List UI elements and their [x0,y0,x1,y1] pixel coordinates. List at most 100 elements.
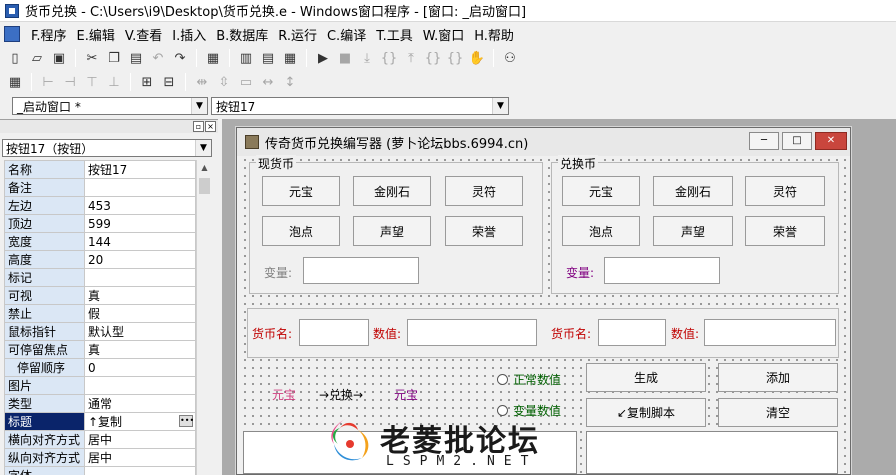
same-height-icon[interactable]: ↕ [281,73,299,91]
exchange-lingfu-button[interactable]: 灵符 [745,176,825,206]
close-icon[interactable]: × [205,121,216,132]
chevron-down-icon[interactable]: ▼ [492,98,508,114]
property-value[interactable]: 居中 [83,448,197,467]
open-icon[interactable]: ▱ [28,49,46,67]
property-row[interactable]: 横向对齐方式 居中 [4,430,197,449]
binoculars-icon[interactable]: ⚇ [501,49,519,67]
copy-icon[interactable]: ❐ [105,49,123,67]
restore-icon[interactable]: ▫ [193,121,204,132]
redo-icon[interactable]: ↷ [171,49,189,67]
grid-icon[interactable]: ▦ [6,73,24,91]
property-row[interactable]: 顶边 599 [4,214,197,233]
exchange-rongyu-button[interactable]: 荣誉 [745,216,825,246]
script-output-right[interactable] [586,431,838,474]
property-value[interactable]: 0 [83,358,197,377]
property-row[interactable]: 宽度 144 [4,232,197,251]
currency-name-input-1[interactable] [299,319,369,346]
property-value[interactable]: 按钮17 [83,160,197,179]
step-out-icon[interactable]: ⤒ [402,49,420,67]
normal-value-radio[interactable]: 正常数值 [497,369,561,389]
property-value[interactable]: 20 [83,250,197,269]
same-size-icon[interactable]: ▭ [237,73,255,91]
hand-icon[interactable]: ✋ [468,49,486,67]
center-vertical-icon[interactable]: ⊟ [160,73,178,91]
menu-tools[interactable]: T.工具 [371,25,418,44]
property-row[interactable]: 高度 20 [4,250,197,269]
space-vertical-icon[interactable]: ⇳ [215,73,233,91]
chevron-down-icon[interactable]: ▼ [195,140,211,156]
property-scrollbar[interactable]: ▲ [196,160,212,475]
align-left-icon[interactable]: ⊢ [39,73,57,91]
property-value[interactable] [83,178,197,197]
find-icon[interactable]: ▦ [204,49,222,67]
property-value[interactable] [83,376,197,395]
property-row[interactable]: 可视真 [4,286,197,305]
exchange-paodian-button[interactable]: 泡点 [562,216,640,246]
current-rongyu-button[interactable]: 荣誉 [445,216,523,246]
menu-help[interactable]: H.帮助 [469,25,519,44]
menu-run[interactable]: R.运行 [273,25,322,44]
property-row[interactable]: 备注 [4,178,197,197]
copy-script-button[interactable]: ↙复制脚本 [586,398,706,427]
property-row[interactable]: 纵向对齐方式 居中 [4,448,197,467]
current-paodian-button[interactable]: 泡点 [262,216,340,246]
maximize-icon[interactable]: □ [782,132,812,150]
property-row[interactable]: 停留顺序 0 [4,358,197,377]
breakpoint-icon[interactable]: {} [446,49,464,67]
align-bottom-icon[interactable]: ⊥ [105,73,123,91]
component-select[interactable]: 按钮17 ▼ [211,97,509,115]
menu-compile[interactable]: C.编译 [322,25,371,44]
current-variable-input[interactable] [303,257,419,284]
property-value[interactable]: 144 [83,232,197,251]
property-value[interactable] [83,268,197,287]
property-row-selected[interactable]: 标题 ↑复制 ••• [4,412,197,431]
property-value[interactable]: 453 [83,196,197,215]
window-select[interactable]: _启动窗口 * ▼ [12,97,208,115]
property-row[interactable]: 图片 [4,376,197,395]
menu-view[interactable]: V.查看 [120,25,167,44]
add-button[interactable]: 添加 [718,363,838,392]
paste-icon[interactable]: ▤ [127,49,145,67]
ellipsis-button[interactable]: ••• [179,415,194,427]
property-value[interactable]: 真 [83,340,197,359]
menu-database[interactable]: B.数据库 [211,25,273,44]
current-lingfu-button[interactable]: 灵符 [445,176,523,206]
menu-program[interactable]: F.程序 [26,25,72,44]
save-icon[interactable]: ▣ [50,49,68,67]
menu-insert[interactable]: I.插入 [167,25,211,44]
value-input-1[interactable] [407,319,537,346]
generate-button[interactable]: 生成 [586,363,706,392]
property-row[interactable]: 名称 按钮17 [4,160,197,179]
layout2-icon[interactable]: ▤ [259,49,277,67]
center-horizontal-icon[interactable]: ⊞ [138,73,156,91]
run-icon[interactable]: ▶ [314,49,332,67]
new-icon[interactable]: ▯ [6,49,24,67]
run-to-cursor-icon[interactable]: {} [424,49,442,67]
chevron-down-icon[interactable]: ▼ [191,98,207,114]
menu-window[interactable]: W.窗口 [418,25,470,44]
property-value[interactable] [83,466,197,475]
undo-icon[interactable]: ↶ [149,49,167,67]
exchange-variable-input[interactable] [604,257,720,284]
property-row[interactable]: 鼠标指针 默认型 [4,322,197,341]
property-row[interactable]: 禁止假 [4,304,197,323]
step-into-icon[interactable]: ⤓ [358,49,376,67]
close-icon[interactable]: ✕ [815,132,847,150]
radio-circle[interactable] [497,373,508,385]
exchange-yuanbao-button[interactable]: 元宝 [562,176,640,206]
current-jingangshi-button[interactable]: 金刚石 [353,176,431,206]
align-right-icon[interactable]: ⊣ [61,73,79,91]
current-yuanbao-button[interactable]: 元宝 [262,176,340,206]
property-value[interactable]: ↑复制 ••• [83,412,197,431]
property-row[interactable]: 左边 453 [4,196,197,215]
menu-edit[interactable]: E.编辑 [72,25,120,44]
property-value[interactable]: 599 [83,214,197,233]
current-shengwang-button[interactable]: 声望 [353,216,431,246]
space-horizontal-icon[interactable]: ⇹ [193,73,211,91]
property-row[interactable]: 标记 [4,268,197,287]
clear-button[interactable]: 清空 [718,398,838,427]
align-top-icon[interactable]: ⊤ [83,73,101,91]
value-input-2[interactable] [704,319,836,346]
layout1-icon[interactable]: ▥ [237,49,255,67]
scroll-thumb[interactable] [199,178,210,194]
